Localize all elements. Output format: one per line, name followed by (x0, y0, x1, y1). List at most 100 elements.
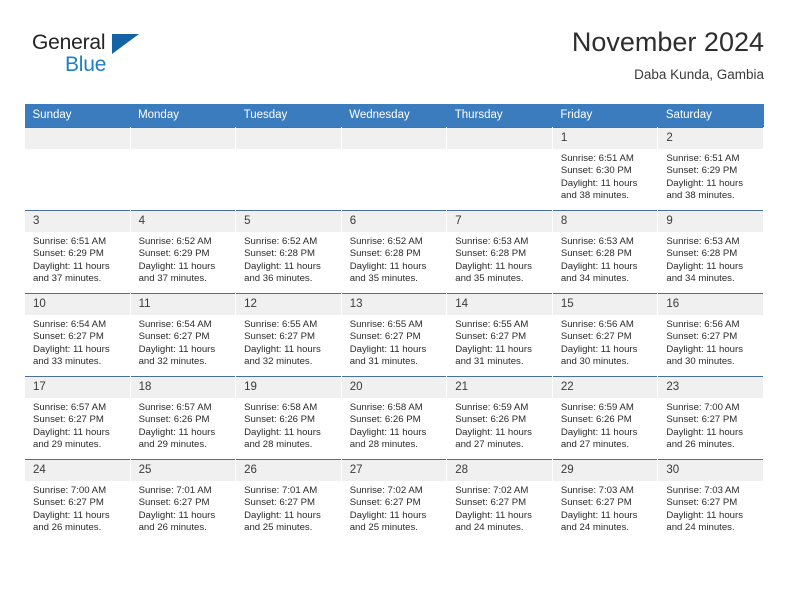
day-details: Sunrise: 7:01 AM Sunset: 6:27 PM Daylight:… (236, 481, 341, 535)
sunset-time: Sunset: 6:28 PM (666, 248, 738, 260)
calendar-day-cell[interactable]: 12 Sunrise: 6:55 AM Sunset: 6:27 PM Dayligh… (235, 293, 342, 377)
calendar-day-cell[interactable]: 8 Sunrise: 6:53 AM Sunset: 6:28 PM Daylight… (551, 210, 659, 294)
day-number: 25 (130, 460, 236, 481)
calendar-day-cell[interactable]: 14 Sunrise: 6:55 AM Sunset: 6:27 PM Dayligh… (446, 293, 553, 377)
calendar-day-cell[interactable]: 20 Sunrise: 6:58 AM Sunset: 6:26 PM Dayligh… (340, 376, 448, 460)
calendar-day-cell[interactable]: 10 Sunrise: 6:54 AM Sunset: 6:27 PM Dayligh… (24, 293, 131, 377)
calendar-day-cell[interactable]: 5 Sunrise: 6:52 AM Sunset: 6:28 PM Daylight… (235, 210, 342, 294)
calendar-day-cell[interactable]: 16 Sunrise: 6:56 AM Sunset: 6:27 PM Dayligh… (657, 293, 764, 377)
day-details: Sunrise: 6:51 AM Sunset: 6:29 PM Daylight:… (658, 149, 763, 203)
day-details: Sunrise: 6:51 AM Sunset: 6:29 PM Daylight:… (25, 232, 130, 286)
calendar-day-cell[interactable]: 6 Sunrise: 6:52 AM Sunset: 6:28 PM Daylight… (340, 210, 448, 294)
sunrise-time: Sunrise: 7:03 AM (666, 485, 740, 496)
day-number: 28 (447, 460, 552, 481)
daylight-duration-line2: and 26 minutes. (33, 522, 102, 534)
sunrise-time: Sunrise: 6:53 AM (666, 236, 740, 247)
triangle-flag-icon (112, 34, 139, 54)
day-number: 21 (447, 377, 552, 398)
calendar-day-cell[interactable]: 2 Sunrise: 6:51 AM Sunset: 6:29 PM Daylight… (657, 127, 764, 211)
day-number: 10 (25, 294, 130, 315)
day-number: 11 (130, 294, 236, 315)
daylight-duration-line1: Daylight: 11 hours (455, 343, 532, 355)
sunrise-time: Sunrise: 6:55 AM (349, 319, 423, 330)
calendar-day-cell[interactable]: 24 Sunrise: 7:00 AM Sunset: 6:27 PM Dayligh… (24, 459, 131, 542)
daylight-duration-line1: Daylight: 11 hours (349, 426, 427, 438)
day-number: 26 (236, 460, 341, 481)
location-subtitle: Daba Kunda, Gambia (634, 67, 764, 82)
calendar-day-cell[interactable]: 26 Sunrise: 7:01 AM Sunset: 6:27 PM Dayligh… (235, 459, 342, 542)
daylight-duration-line2: and 32 minutes. (244, 356, 313, 368)
calendar-day-cell[interactable]: 18 Sunrise: 6:57 AM Sunset: 6:26 PM Dayligh… (129, 376, 237, 460)
calendar-day-cell[interactable]: 9 Sunrise: 6:53 AM Sunset: 6:28 PM Daylight… (657, 210, 764, 294)
calendar-day-cell[interactable]: 3 Sunrise: 6:51 AM Sunset: 6:29 PM Daylight… (24, 210, 131, 294)
day-details: Sunrise: 6:53 AM Sunset: 6:28 PM Daylight:… (553, 232, 658, 286)
sunrise-time: Sunrise: 6:57 AM (33, 402, 107, 413)
daylight-duration-line2: and 27 minutes. (560, 439, 630, 451)
sunset-time: Sunset: 6:27 PM (666, 414, 738, 426)
daylight-duration-line1: Daylight: 11 hours (244, 426, 321, 438)
sunset-time: Sunset: 6:26 PM (244, 414, 316, 426)
daylight-duration-line1: Daylight: 11 hours (138, 260, 216, 272)
day-number: 20 (341, 377, 447, 398)
day-details: Sunrise: 7:03 AM Sunset: 6:27 PM Daylight:… (658, 481, 763, 535)
calendar-day-cell[interactable]: 11 Sunrise: 6:54 AM Sunset: 6:27 PM Dayligh… (129, 293, 237, 377)
sunrise-time: Sunrise: 6:58 AM (244, 402, 318, 413)
daylight-duration-line2: and 28 minutes. (349, 439, 418, 451)
calendar-day-cell[interactable]: 22 Sunrise: 6:59 AM Sunset: 6:26 PM Dayligh… (551, 376, 659, 460)
daylight-duration-line2: and 26 minutes. (666, 439, 735, 451)
day-number: 19 (236, 377, 341, 398)
day-number: 9 (658, 211, 763, 232)
daylight-duration-line1: Daylight: 11 hours (244, 509, 321, 521)
sunrise-time: Sunrise: 7:00 AM (666, 402, 740, 413)
calendar-day-cell[interactable]: 30 Sunrise: 7:03 AM Sunset: 6:27 PM Dayligh… (657, 459, 764, 542)
sunrise-time: Sunrise: 6:51 AM (666, 153, 740, 164)
sunrise-time: Sunrise: 6:52 AM (244, 236, 318, 247)
day-details: Sunrise: 6:54 AM Sunset: 6:27 PM Daylight:… (131, 315, 236, 369)
day-details: Sunrise: 6:52 AM Sunset: 6:29 PM Daylight:… (131, 232, 236, 286)
daylight-duration-line2: and 27 minutes. (455, 439, 524, 451)
daylight-duration-line1: Daylight: 11 hours (33, 260, 110, 272)
sunrise-time: Sunrise: 6:53 AM (455, 236, 529, 247)
day-number: 5 (236, 211, 341, 232)
weekday-header-monday: Monday (130, 104, 236, 128)
sunset-time: Sunset: 6:26 PM (349, 414, 421, 426)
calendar-day-cell[interactable]: 13 Sunrise: 6:55 AM Sunset: 6:27 PM Dayligh… (340, 293, 448, 377)
daylight-duration-line2: and 37 minutes. (138, 273, 207, 285)
calendar-day-cell[interactable]: 19 Sunrise: 6:58 AM Sunset: 6:26 PM Dayligh… (235, 376, 342, 460)
daylight-duration-line2: and 31 minutes. (349, 356, 418, 368)
calendar-day-cell[interactable]: 21 Sunrise: 6:59 AM Sunset: 6:26 PM Dayligh… (446, 376, 553, 460)
sunrise-time: Sunrise: 7:03 AM (560, 485, 634, 496)
sunset-time: Sunset: 6:28 PM (349, 248, 421, 260)
calendar-week-row: 24 Sunrise: 7:00 AM Sunset: 6:27 PM Dayligh… (24, 459, 764, 542)
calendar-day-cell[interactable]: 1 Sunrise: 6:51 AM Sunset: 6:30 PM Daylight… (551, 127, 659, 211)
daylight-duration-line1: Daylight: 11 hours (560, 509, 638, 521)
daylight-duration-line2: and 37 minutes. (33, 273, 102, 285)
calendar-day-cell[interactable]: 29 Sunrise: 7:03 AM Sunset: 6:27 PM Dayligh… (551, 459, 659, 542)
day-details: Sunrise: 6:55 AM Sunset: 6:27 PM Daylight:… (236, 315, 341, 369)
daylight-duration-line1: Daylight: 11 hours (560, 426, 638, 438)
calendar-day-cell[interactable]: 25 Sunrise: 7:01 AM Sunset: 6:27 PM Dayligh… (129, 459, 237, 542)
calendar-day-cell[interactable]: 28 Sunrise: 7:02 AM Sunset: 6:27 PM Dayligh… (446, 459, 553, 542)
day-details: Sunrise: 6:53 AM Sunset: 6:28 PM Daylight:… (658, 232, 763, 286)
day-details: Sunrise: 7:01 AM Sunset: 6:27 PM Daylight:… (131, 481, 236, 535)
calendar-day-cell[interactable]: 7 Sunrise: 6:53 AM Sunset: 6:28 PM Daylight… (446, 210, 553, 294)
day-details: Sunrise: 6:59 AM Sunset: 6:26 PM Daylight:… (553, 398, 658, 452)
brand-name-general: General (32, 31, 106, 54)
calendar-day-cell[interactable]: 27 Sunrise: 7:02 AM Sunset: 6:27 PM Dayligh… (340, 459, 448, 542)
page-header: General Blue November 2024 Daba Kunda, G… (24, 26, 764, 100)
calendar-day-cell-empty (340, 127, 448, 211)
calendar-day-cell[interactable]: 17 Sunrise: 6:57 AM Sunset: 6:27 PM Dayligh… (24, 376, 131, 460)
calendar-day-cell[interactable]: 4 Sunrise: 6:52 AM Sunset: 6:29 PM Daylight… (129, 210, 237, 294)
calendar-day-cell[interactable]: 23 Sunrise: 7:00 AM Sunset: 6:27 PM Dayligh… (657, 376, 764, 460)
day-number (341, 128, 447, 149)
sunrise-time: Sunrise: 6:59 AM (455, 402, 529, 413)
sunset-time: Sunset: 6:27 PM (33, 331, 104, 343)
sunset-time: Sunset: 6:27 PM (560, 497, 632, 509)
sunset-time: Sunset: 6:28 PM (244, 248, 316, 260)
general-blue-logo[interactable]: General Blue (32, 32, 172, 86)
calendar-body: 1 Sunrise: 6:51 AM Sunset: 6:30 PM Daylight… (24, 127, 764, 542)
sunset-time: Sunset: 6:27 PM (560, 331, 632, 343)
calendar-day-cell[interactable]: 15 Sunrise: 6:56 AM Sunset: 6:27 PM Dayligh… (551, 293, 659, 377)
day-number: 16 (658, 294, 763, 315)
sunset-time: Sunset: 6:27 PM (33, 497, 104, 509)
